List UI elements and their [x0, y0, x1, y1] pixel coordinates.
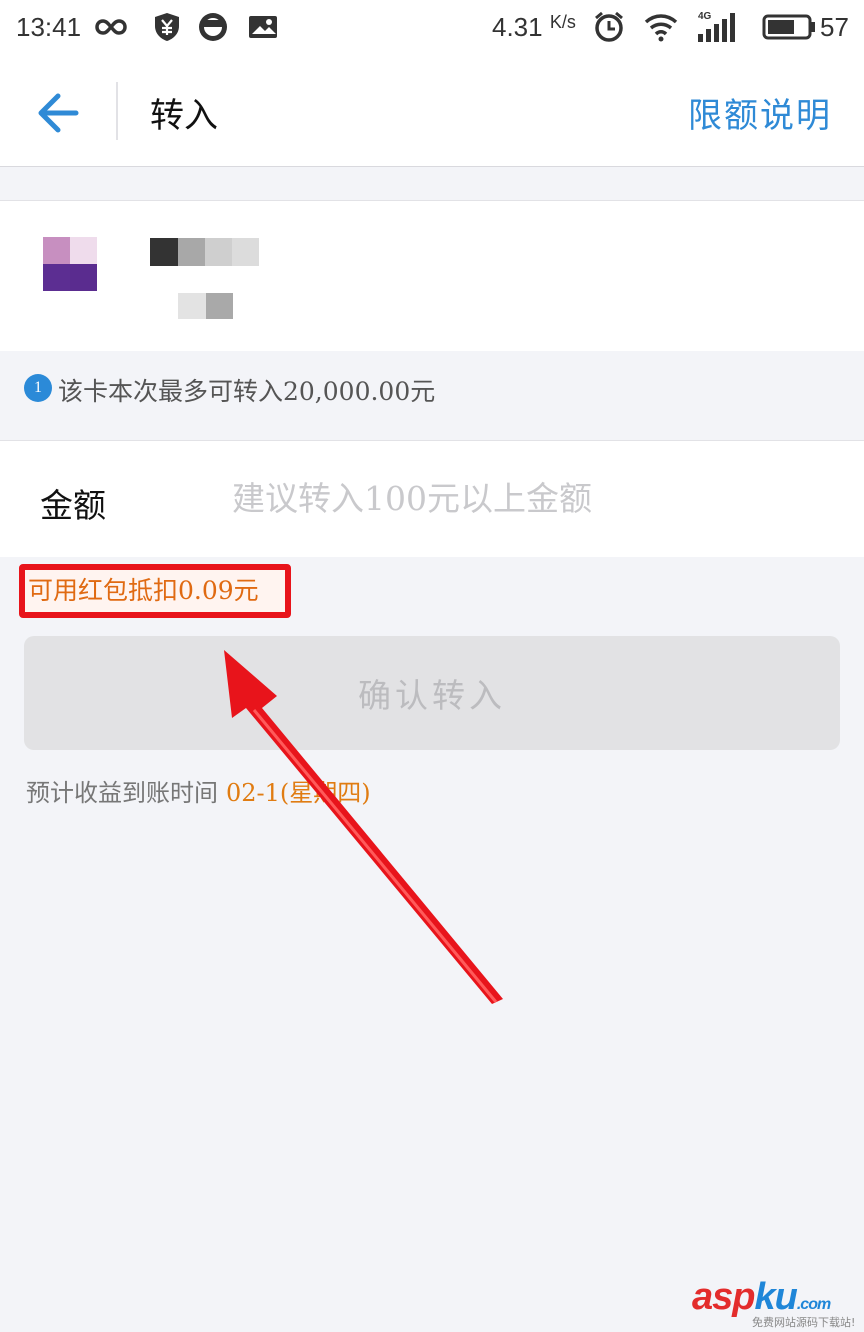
wifi-icon [644, 14, 678, 42]
nav-divider [116, 82, 118, 140]
limit-info-link[interactable]: 限额说明 [688, 88, 832, 137]
network-type: 4G [698, 11, 712, 22]
earnings-arrival-row: 预计收益到账时间 02-1(星期四) [26, 773, 371, 808]
page-title: 转入 [150, 96, 218, 136]
bank-logo [43, 237, 97, 291]
info-icon: 1 [24, 374, 52, 402]
watermark-brand-b: ku [754, 1276, 797, 1318]
status-bar: 13:41 4.31 K/s 4G 57 [0, 0, 864, 58]
confirm-transfer-button[interactable]: 确认转入 [24, 636, 840, 750]
red-packet-deduction[interactable]: 可用红包抵扣0.09元 [28, 571, 259, 607]
status-time: 13:41 [16, 12, 82, 42]
amount-row: 金额 [0, 440, 864, 557]
amount-label: 金额 [40, 486, 106, 525]
watermark-logo: aspku.com 免费网站源码下载站! [692, 1276, 860, 1329]
image-icon [249, 16, 277, 38]
signal-icon: 4G [698, 11, 735, 42]
battery-percent: 57 [820, 12, 849, 42]
nav-bar: 转入 限额说明 [0, 58, 864, 167]
watermark-suffix: .com [796, 1296, 831, 1313]
battery-icon [762, 14, 815, 40]
amount-input[interactable] [232, 471, 832, 525]
notice-text: 该卡本次最多可转入20,000.00元 [58, 377, 436, 406]
face-icon [199, 13, 227, 41]
alarm-icon [595, 11, 623, 42]
shield-yen-icon [155, 13, 179, 41]
bank-card-row[interactable] [0, 200, 864, 351]
infinity-icon [95, 19, 127, 35]
back-arrow-icon[interactable] [30, 84, 88, 142]
arrival-weekday: (星期四) [279, 779, 371, 807]
arrival-date: 02-1 [226, 779, 280, 807]
watermark-tagline: 免费网站源码下载站! [752, 1316, 856, 1329]
card-name-obscured [150, 238, 260, 266]
arrival-label: 预计收益到账时间 [26, 779, 218, 807]
net-speed-unit: K/s [549, 12, 576, 32]
net-speed: 4.31 K/s [492, 12, 576, 42]
card-number-obscured [178, 293, 234, 319]
watermark-brand-a: asp [692, 1276, 755, 1318]
